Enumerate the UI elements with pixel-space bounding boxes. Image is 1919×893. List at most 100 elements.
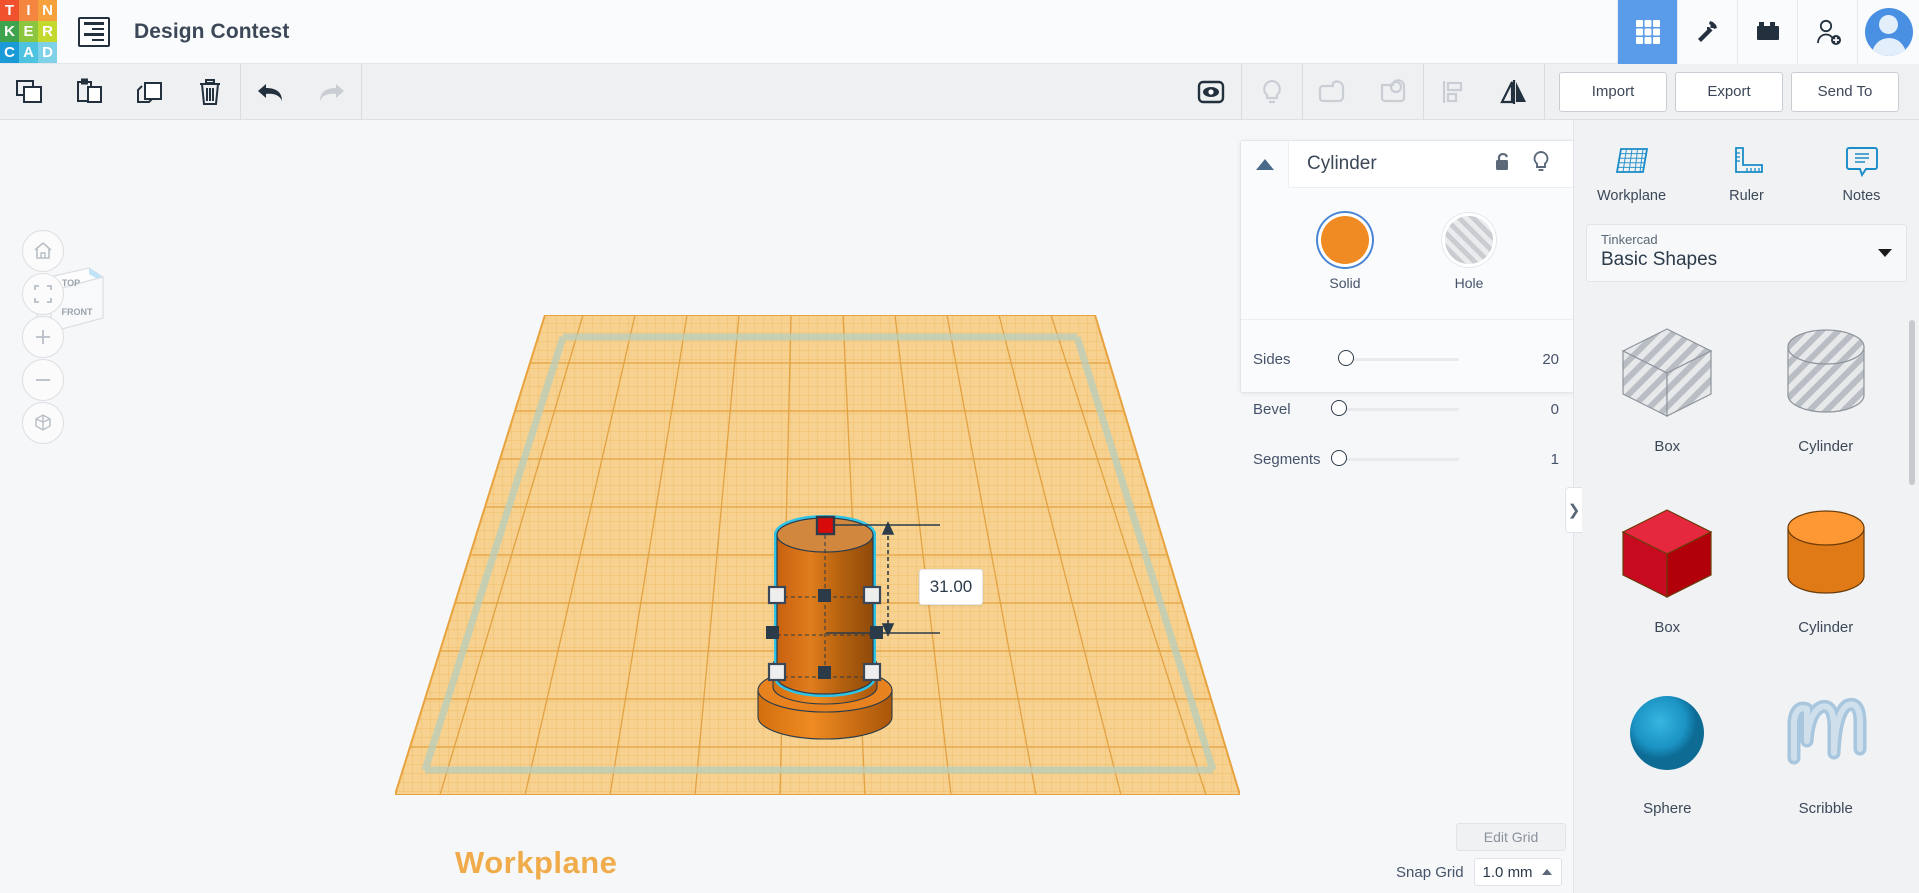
inspector-header-icons xyxy=(1493,150,1573,179)
slider-track[interactable] xyxy=(1338,350,1459,366)
group-icon[interactable] xyxy=(1181,64,1241,120)
hole-label: Hole xyxy=(1454,275,1484,291)
sidebar-label-notes: Notes xyxy=(1842,187,1881,204)
edit-grid-button[interactable]: Edit Grid xyxy=(1456,823,1566,851)
slider-value: 20 xyxy=(1542,350,1559,368)
shape-union-icon[interactable] xyxy=(1303,64,1363,120)
logo-tile: K xyxy=(0,20,19,43)
user-avatar[interactable] xyxy=(1857,0,1919,64)
sidebar-item-notes[interactable]: Notes xyxy=(1804,128,1919,220)
shape-label: Box xyxy=(1654,438,1681,455)
avatar xyxy=(1864,7,1913,56)
hole-swatch-button[interactable]: Hole xyxy=(1445,216,1493,291)
slider-knob[interactable] xyxy=(1331,400,1347,416)
ruler-icon xyxy=(1734,146,1763,173)
shapes-grid: Box Cylinder Box Cylinder Sphere Scribble xyxy=(1574,300,1919,817)
chevron-up-icon[interactable] xyxy=(1241,140,1289,188)
snap-grid-control: Snap Grid 1.0 mm xyxy=(1396,858,1562,886)
sidebar-tools: Workplane Ruler Notes xyxy=(1574,120,1919,220)
logo-tile: T xyxy=(0,0,19,21)
slider-track[interactable] xyxy=(1331,450,1459,466)
shapes-sidebar: Workplane Ruler Notes Tinkercad Basic Sh… xyxy=(1573,120,1919,893)
box-shape-icon xyxy=(1613,321,1721,426)
redo-icon[interactable] xyxy=(301,64,361,120)
zoom-out-icon[interactable] xyxy=(22,359,64,401)
light-bulb-icon[interactable] xyxy=(1531,150,1551,179)
lego-brick-icon[interactable] xyxy=(1737,0,1797,64)
shape-label: Cylinder xyxy=(1798,438,1854,455)
cylinder-shape-icon xyxy=(1776,502,1876,607)
light-bulb-icon[interactable] xyxy=(1242,64,1302,120)
logo-tile: C xyxy=(0,42,19,64)
slider-row: Segments 1 xyxy=(1241,434,1573,484)
solid-hole-swatches: Solid Hole xyxy=(1241,188,1573,291)
history-group xyxy=(241,64,361,120)
solid-swatch-button[interactable]: Solid xyxy=(1321,216,1369,291)
shape-item-box[interactable]: Box xyxy=(1588,481,1747,636)
shape-label: Cylinder xyxy=(1798,619,1854,636)
slider-knob[interactable] xyxy=(1331,450,1347,466)
paste-icon[interactable] xyxy=(60,64,120,120)
shape-item-cylinder[interactable]: Cylinder xyxy=(1747,481,1906,636)
copy-icon[interactable] xyxy=(0,64,60,120)
tinkercad-logo[interactable]: TINKERCAD xyxy=(0,0,57,64)
cylinder-shape-icon xyxy=(1776,321,1876,426)
top-bar-actions xyxy=(1617,0,1919,64)
shape-item-scribble[interactable]: Scribble xyxy=(1747,662,1906,817)
panel-collapse-toggle[interactable]: ❯ xyxy=(1565,487,1582,533)
workplane-label: Workplane xyxy=(455,845,618,880)
shape-item-sphere[interactable]: Sphere xyxy=(1588,662,1747,817)
height-dimension-value[interactable]: 31.00 xyxy=(919,569,983,605)
export-button[interactable]: Export xyxy=(1675,71,1783,112)
snap-grid-value: 1.0 mm xyxy=(1482,863,1533,881)
logo-tile: D xyxy=(38,42,57,64)
invite-person-icon[interactable] xyxy=(1797,0,1857,64)
align-icon[interactable] xyxy=(1424,64,1484,120)
shape-item-box[interactable]: Box xyxy=(1588,300,1747,455)
menu-line xyxy=(92,38,104,41)
workplane-icon xyxy=(1615,147,1648,173)
slider-value: 1 xyxy=(1550,450,1559,468)
slider-label: Segments xyxy=(1253,450,1321,468)
unlock-icon[interactable] xyxy=(1493,151,1513,178)
menu-button[interactable] xyxy=(78,16,110,47)
home-view-icon[interactable] xyxy=(22,230,64,272)
shape-item-cylinder[interactable]: Cylinder xyxy=(1747,300,1906,455)
logo-tile: A xyxy=(19,42,38,64)
sidebar-label-workplane: Workplane xyxy=(1596,187,1667,204)
slider-knob[interactable] xyxy=(1338,350,1355,366)
model-cylinder-stack[interactable] xyxy=(740,505,1010,755)
slider-track[interactable] xyxy=(1331,400,1459,416)
orthographic-view-icon[interactable] xyxy=(22,402,64,444)
sidebar-item-ruler[interactable]: Ruler xyxy=(1689,128,1804,220)
shape-category-dropdown[interactable]: Tinkercad Basic Shapes xyxy=(1586,224,1907,282)
hole-pattern-swatch xyxy=(1445,216,1493,264)
shapes-scrollbar[interactable] xyxy=(1909,320,1915,485)
duplicate-icon[interactable] xyxy=(120,64,180,120)
slider-label: Sides xyxy=(1253,350,1291,368)
import-button[interactable]: Import xyxy=(1559,71,1667,112)
pickaxe-minecraft-icon[interactable] xyxy=(1677,0,1737,64)
sidebar-item-workplane[interactable]: Workplane xyxy=(1574,128,1689,220)
menu-line xyxy=(84,33,104,36)
toolbar-divider xyxy=(361,63,362,120)
mirror-icon[interactable] xyxy=(1484,64,1544,120)
grid-apps-icon[interactable] xyxy=(1617,0,1677,64)
box-shape-icon xyxy=(1613,502,1721,607)
clipboard-group xyxy=(0,64,240,120)
inspector-title: Cylinder xyxy=(1307,153,1377,174)
send-to-button[interactable]: Send To xyxy=(1791,71,1899,112)
scribble-shape-icon xyxy=(1776,683,1876,788)
chevron-down-icon xyxy=(1878,249,1892,257)
menu-line xyxy=(84,22,104,25)
shape-subtract-icon[interactable] xyxy=(1363,64,1423,120)
svg-text:TOP: TOP xyxy=(62,278,80,288)
delete-icon[interactable] xyxy=(180,64,240,120)
undo-icon[interactable] xyxy=(241,64,301,120)
fit-view-icon[interactable] xyxy=(22,273,64,315)
logo-tile: E xyxy=(19,20,38,43)
sphere-shape-icon xyxy=(1617,683,1717,788)
snap-grid-select[interactable]: 1.0 mm xyxy=(1473,858,1562,886)
svg-text:FRONT: FRONT xyxy=(62,307,93,317)
zoom-in-icon[interactable] xyxy=(22,316,64,358)
